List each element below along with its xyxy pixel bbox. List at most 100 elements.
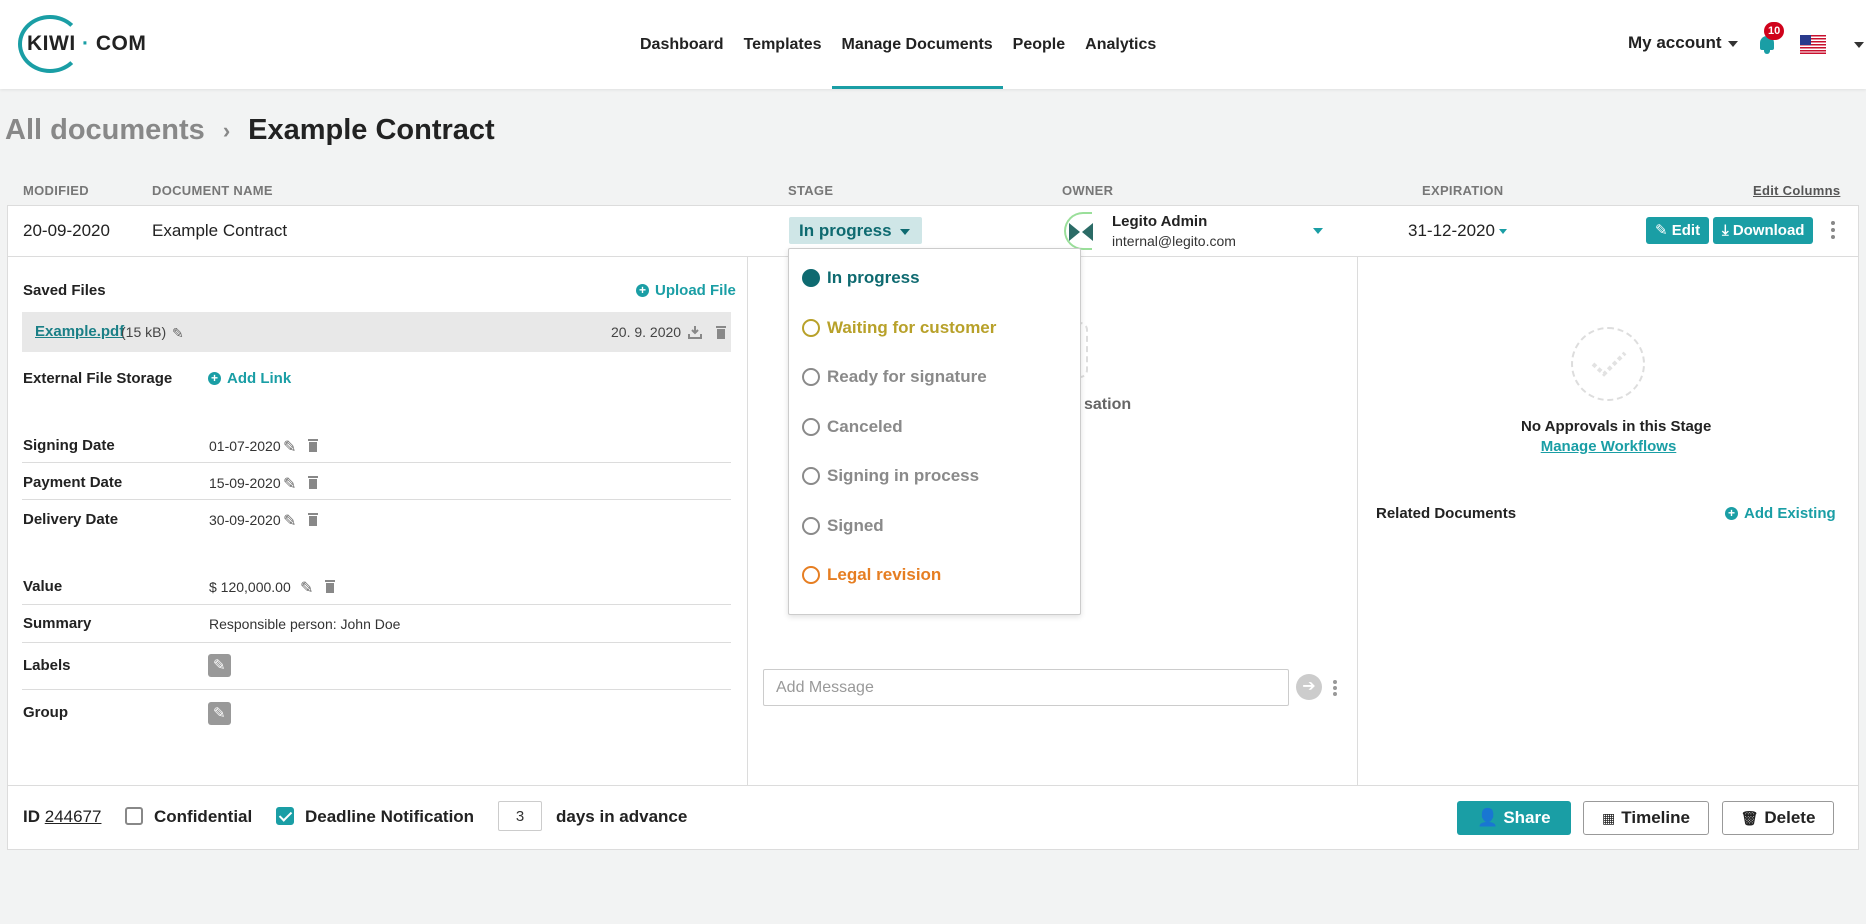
add-existing-button[interactable]: + Add Existing <box>1725 505 1836 522</box>
edit-group-button[interactable]: ✎ <box>208 702 231 725</box>
edit-labels-button[interactable]: ✎ <box>208 654 231 677</box>
col-stage[interactable]: STAGE <box>788 183 833 198</box>
stage-option[interactable]: In progress <box>802 268 920 288</box>
saved-files-label: Saved Files <box>23 282 106 299</box>
chevron-down-icon <box>1727 40 1738 47</box>
share-button[interactable]: 👤 Share <box>1457 801 1571 835</box>
breadcrumb-all-documents[interactable]: All documents <box>5 114 205 147</box>
delivery-date-value: 30-09-2020 <box>209 512 281 528</box>
col-owner[interactable]: OWNER <box>1062 183 1113 198</box>
nav-manage-documents[interactable]: Manage Documents <box>831 0 1003 89</box>
divider <box>22 689 731 690</box>
upload-file-button[interactable]: + Upload File <box>636 282 736 299</box>
document-id-link[interactable]: 244677 <box>45 807 102 826</box>
stage-option[interactable]: Signed <box>802 516 884 536</box>
add-user-icon: 👤 <box>1477 808 1499 827</box>
approvals-placeholder-icon <box>1571 327 1645 401</box>
nav-dashboard[interactable]: Dashboard <box>630 0 734 89</box>
breadcrumb: All documents › Example Contract <box>5 114 495 147</box>
radio-icon <box>802 467 820 485</box>
stage-option[interactable]: Canceled <box>802 417 903 437</box>
pencil-icon[interactable]: ✎ <box>283 474 297 493</box>
us-flag-icon[interactable] <box>1800 35 1826 54</box>
message-options-icon[interactable] <box>1333 680 1337 698</box>
radio-icon <box>802 318 820 337</box>
trash-icon[interactable] <box>714 325 728 339</box>
trash-icon[interactable] <box>306 512 320 526</box>
stage-option[interactable]: Signing in process <box>802 466 979 486</box>
add-link-button[interactable]: + Add Link <box>208 370 291 387</box>
language-chevron-icon[interactable] <box>1854 42 1864 48</box>
edit-button[interactable]: ✎ Edit <box>1646 217 1710 244</box>
trash-icon[interactable] <box>323 579 337 593</box>
deadline-notification-checkbox[interactable] <box>276 807 294 825</box>
stage-option[interactable]: Waiting for customer <box>802 318 996 338</box>
value-amount: $ 120,000.00 <box>209 579 291 595</box>
expiration-date[interactable]: 31-12-2020 <box>1408 221 1507 241</box>
plus-icon: + <box>636 284 649 297</box>
column-divider <box>1357 257 1358 785</box>
stage-dropdown-button[interactable]: In progress <box>789 217 922 244</box>
nav-people[interactable]: People <box>1003 0 1075 89</box>
legito-logo-icon <box>1069 223 1093 241</box>
stage-option[interactable]: Legal revision <box>802 565 941 585</box>
signing-date-value: 01-07-2020 <box>209 438 281 454</box>
stage-option[interactable]: Ready for signature <box>802 367 987 387</box>
days-in-advance-label: days in advance <box>556 807 688 826</box>
download-icon[interactable] <box>688 325 702 339</box>
download-button[interactable]: ⤓ Download <box>1713 217 1814 244</box>
pencil-icon[interactable]: ✎ <box>283 511 297 530</box>
more-options-icon[interactable] <box>1831 221 1835 242</box>
send-message-icon[interactable]: ➔ <box>1296 674 1322 700</box>
file-name-link[interactable]: Example.pdf <box>35 323 124 340</box>
confidential-checkbox[interactable] <box>125 807 143 825</box>
my-account-menu[interactable]: My account <box>1628 33 1738 53</box>
radio-icon <box>802 269 820 287</box>
value-label: Value <box>23 578 63 595</box>
labels-label: Labels <box>23 657 71 674</box>
col-modified[interactable]: MODIFIED <box>23 183 89 198</box>
trash-icon: 🗑 <box>1740 810 1759 826</box>
top-navbar: KIWI · COM Dashboard Templates Manage Do… <box>0 0 1866 89</box>
col-expiration[interactable]: EXPIRATION <box>1422 183 1504 198</box>
trash-icon[interactable] <box>306 475 320 489</box>
divider <box>22 462 731 463</box>
delete-button[interactable]: 🗑 Delete <box>1722 801 1834 835</box>
divider <box>22 642 731 643</box>
related-documents-label: Related Documents <box>1376 505 1517 522</box>
file-date: 20. 9. 2020 <box>611 324 682 340</box>
file-size: (15 kB) <box>121 324 167 340</box>
owner-email: internal@legito.com <box>1112 233 1236 249</box>
col-document-name[interactable]: DOCUMENT NAME <box>152 183 273 198</box>
stage-option-label: Legal revision <box>827 565 942 584</box>
manage-workflows-link[interactable]: Manage Workflows <box>1521 438 1696 455</box>
edit-columns-link[interactable]: Edit Columns <box>1753 183 1840 198</box>
add-message-input[interactable]: Add Message <box>763 669 1289 706</box>
document-name: Example Contract <box>152 221 288 240</box>
nav-templates[interactable]: Templates <box>734 0 832 89</box>
owner-chevron-icon[interactable] <box>1313 228 1323 234</box>
file-row: Example.pdf (15 kB) ✎ 20. 9. 2020 <box>22 312 731 352</box>
column-headers: MODIFIED DOCUMENT NAME STAGE OWNER EXPIR… <box>0 183 1866 198</box>
divider <box>22 604 731 605</box>
pencil-icon[interactable]: ✎ <box>172 325 186 341</box>
payment-date-label: Payment Date <box>23 474 123 491</box>
stage-option-label: Ready for signature <box>827 367 987 386</box>
chevron-right-icon: › <box>222 117 231 143</box>
pencil-icon: ✎ <box>213 657 226 674</box>
timeline-button[interactable]: ▦ Timeline <box>1583 801 1709 835</box>
document-id: ID 244677 <box>23 807 102 826</box>
kiwi-logo[interactable]: KIWI · COM <box>18 15 146 73</box>
calendar-icon: ▦ <box>1602 810 1616 826</box>
deadline-notification-label: Deadline Notification <box>305 807 475 826</box>
days-in-advance-input[interactable] <box>498 801 542 831</box>
trash-icon[interactable] <box>306 438 320 452</box>
pencil-icon[interactable]: ✎ <box>283 437 297 456</box>
column-divider <box>747 257 748 785</box>
nav-analytics[interactable]: Analytics <box>1075 0 1166 89</box>
check-icon <box>1591 351 1627 377</box>
pencil-icon[interactable]: ✎ <box>300 578 314 597</box>
modified-date: 20-09-2020 <box>23 221 110 240</box>
chevron-down-icon <box>1498 229 1507 235</box>
radio-icon <box>802 368 820 386</box>
